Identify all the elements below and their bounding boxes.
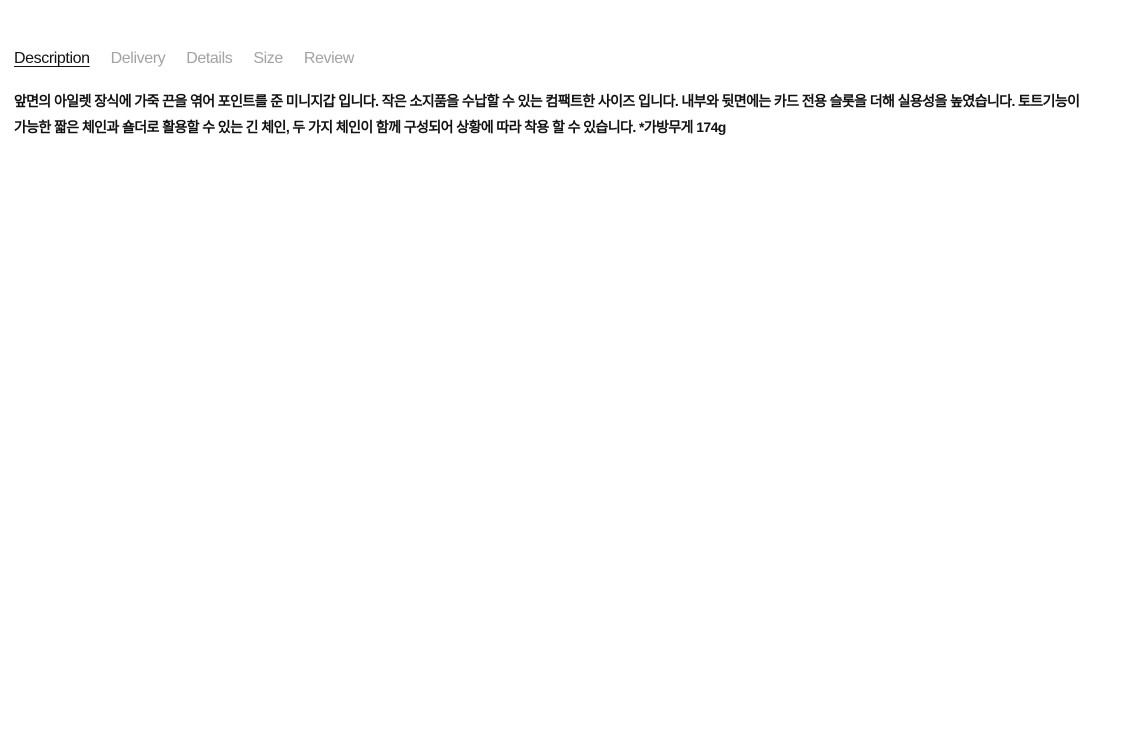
description-panel: 앞면의 아일렛 장식에 가죽 끈을 엮어 포인트를 준 미니지갑 입니다. 작은… (14, 88, 1109, 140)
product-info-tabs: Description Delivery Details Size Review (14, 47, 1111, 73)
tab-delivery[interactable]: Delivery (111, 47, 166, 71)
tab-description[interactable]: Description (14, 47, 90, 71)
tab-size[interactable]: Size (253, 47, 283, 71)
tab-details[interactable]: Details (186, 47, 233, 71)
product-info-section: Description Delivery Details Size Review… (14, 47, 1111, 140)
product-description-text: 앞면의 아일렛 장식에 가죽 끈을 엮어 포인트를 준 미니지갑 입니다. 작은… (14, 93, 1080, 135)
tab-review[interactable]: Review (304, 47, 354, 71)
